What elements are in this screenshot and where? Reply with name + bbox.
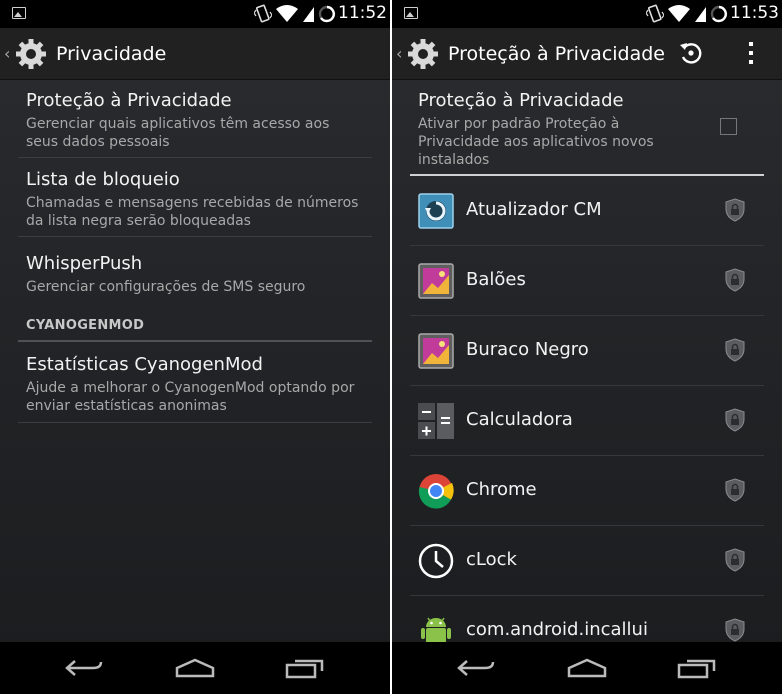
recents-icon xyxy=(677,659,716,679)
page-title: Privacidade xyxy=(56,42,167,65)
status-time: 11:53 xyxy=(730,3,779,23)
shield-lock-icon[interactable] xyxy=(724,338,746,362)
back-chevron-icon[interactable]: ‹ xyxy=(396,44,404,63)
navigation-bar xyxy=(0,642,390,694)
navigation-bar xyxy=(392,642,782,694)
pref-privacy-guard[interactable]: Proteção à Privacidade Gerenciar quais a… xyxy=(18,80,372,158)
pref-privacy-default[interactable]: Proteção à Privacidade Ativar por padrão… xyxy=(410,80,764,175)
recents-button[interactable] xyxy=(275,648,335,688)
shield-lock-icon[interactable] xyxy=(724,618,746,642)
home-icon xyxy=(567,658,607,678)
app-name: Calculadora xyxy=(466,409,573,430)
settings-gear-icon[interactable] xyxy=(14,37,48,71)
app-name: cLock xyxy=(466,549,517,570)
pref-summary: da lista negra serão bloqueadas xyxy=(26,213,251,229)
shield-lock-icon[interactable] xyxy=(724,268,746,292)
clock-icon xyxy=(418,543,454,579)
app-row-clock[interactable]: cLock xyxy=(410,526,764,596)
app-row-baloes[interactable]: Balões xyxy=(410,246,764,316)
app-row-chrome[interactable]: Chrome xyxy=(410,456,764,526)
wifi-icon xyxy=(276,5,298,22)
pref-title: WhisperPush xyxy=(26,253,143,274)
pref-title: Estatísticas CyanogenMod xyxy=(26,354,263,375)
status-icons xyxy=(254,4,336,24)
home-icon xyxy=(175,658,215,678)
pref-summary: Chamadas e mensagens recebidas de número… xyxy=(26,195,359,211)
image-notification-icon xyxy=(404,7,418,19)
shield-lock-icon[interactable] xyxy=(724,548,746,572)
screen-privacy-guard: 11:53 ‹ Proteção à Privacidade Proteção … xyxy=(392,0,782,694)
shield-lock-icon[interactable] xyxy=(724,408,746,432)
back-button[interactable] xyxy=(447,648,507,688)
pref-summary: Gerenciar configurações de SMS seguro xyxy=(26,279,306,295)
pref-summary: Privacidade aos aplicativos novos xyxy=(418,134,654,150)
reset-icon[interactable] xyxy=(678,40,704,66)
pref-summary: Ativar por padrão Proteção à xyxy=(418,116,620,132)
cm-updater-icon xyxy=(418,193,454,229)
home-button[interactable] xyxy=(557,648,617,688)
signal-icon xyxy=(695,7,706,22)
app-row-calculadora[interactable]: Calculadora xyxy=(410,386,764,456)
pref-title: Proteção à Privacidade xyxy=(418,90,624,111)
status-time: 11:52 xyxy=(338,3,387,23)
app-name: Buraco Negro xyxy=(466,339,589,360)
image-notification-icon xyxy=(12,7,26,19)
app-name: com.android.incallui xyxy=(466,619,648,640)
pref-title: Proteção à Privacidade xyxy=(26,90,232,111)
gallery-icon xyxy=(418,333,454,369)
app-name: Chrome xyxy=(466,479,537,500)
vibrate-icon xyxy=(254,4,272,23)
battery-circle-icon xyxy=(710,5,728,23)
status-bar: 11:52 xyxy=(0,0,390,28)
page-title: Proteção à Privacidade xyxy=(448,42,665,65)
pref-summary: Gerenciar quais aplicativos têm acesso a… xyxy=(26,116,330,132)
status-icons xyxy=(646,4,728,24)
shield-lock-icon[interactable] xyxy=(724,478,746,502)
gallery-icon xyxy=(418,263,454,299)
home-button[interactable] xyxy=(165,648,225,688)
pref-blacklist[interactable]: Lista de bloqueio Chamadas e mensagens r… xyxy=(18,158,372,237)
back-arrow-icon xyxy=(65,660,103,676)
pref-summary: instalados xyxy=(418,152,490,168)
pref-cm-stats[interactable]: Estatísticas CyanogenMod Ajude a melhora… xyxy=(18,342,372,423)
pref-whisperpush[interactable]: WhisperPush Gerenciar configurações de S… xyxy=(18,237,372,305)
action-bar: ‹ Privacidade xyxy=(0,28,390,80)
wifi-icon xyxy=(668,5,690,22)
app-name: Balões xyxy=(466,269,526,290)
pref-summary: Ajude a melhorar o CyanogenMod optando p… xyxy=(26,380,355,396)
app-row-cm-updater[interactable]: Atualizador CM xyxy=(410,176,764,246)
screen-privacy-settings: 11:52 ‹ Privacidade Proteção à Privacida… xyxy=(0,0,390,694)
recents-button[interactable] xyxy=(667,648,727,688)
shield-lock-icon[interactable] xyxy=(724,198,746,222)
app-name: Atualizador CM xyxy=(466,199,602,220)
pref-summary: seus dados pessoais xyxy=(26,134,170,150)
status-bar: 11:53 xyxy=(392,0,782,28)
chrome-icon xyxy=(418,474,454,509)
battery-circle-icon xyxy=(318,5,336,23)
signal-icon xyxy=(303,7,314,22)
settings-gear-icon[interactable] xyxy=(406,37,440,71)
calculator-icon xyxy=(418,403,454,439)
back-arrow-icon xyxy=(457,660,495,676)
overflow-menu-icon[interactable] xyxy=(746,40,756,66)
recents-icon xyxy=(285,659,324,679)
action-bar: ‹ Proteção à Privacidade xyxy=(392,28,782,80)
pref-summary: enviar estatísticas anonimas xyxy=(26,398,227,414)
back-button[interactable] xyxy=(55,648,115,688)
vibrate-icon xyxy=(646,4,664,23)
pref-title: Lista de bloqueio xyxy=(26,169,180,190)
category-header: CYANOGENMOD xyxy=(26,318,145,333)
app-row-buraco-negro[interactable]: Buraco Negro xyxy=(410,316,764,386)
default-privacy-checkbox[interactable] xyxy=(720,118,737,135)
back-chevron-icon[interactable]: ‹ xyxy=(4,44,12,63)
